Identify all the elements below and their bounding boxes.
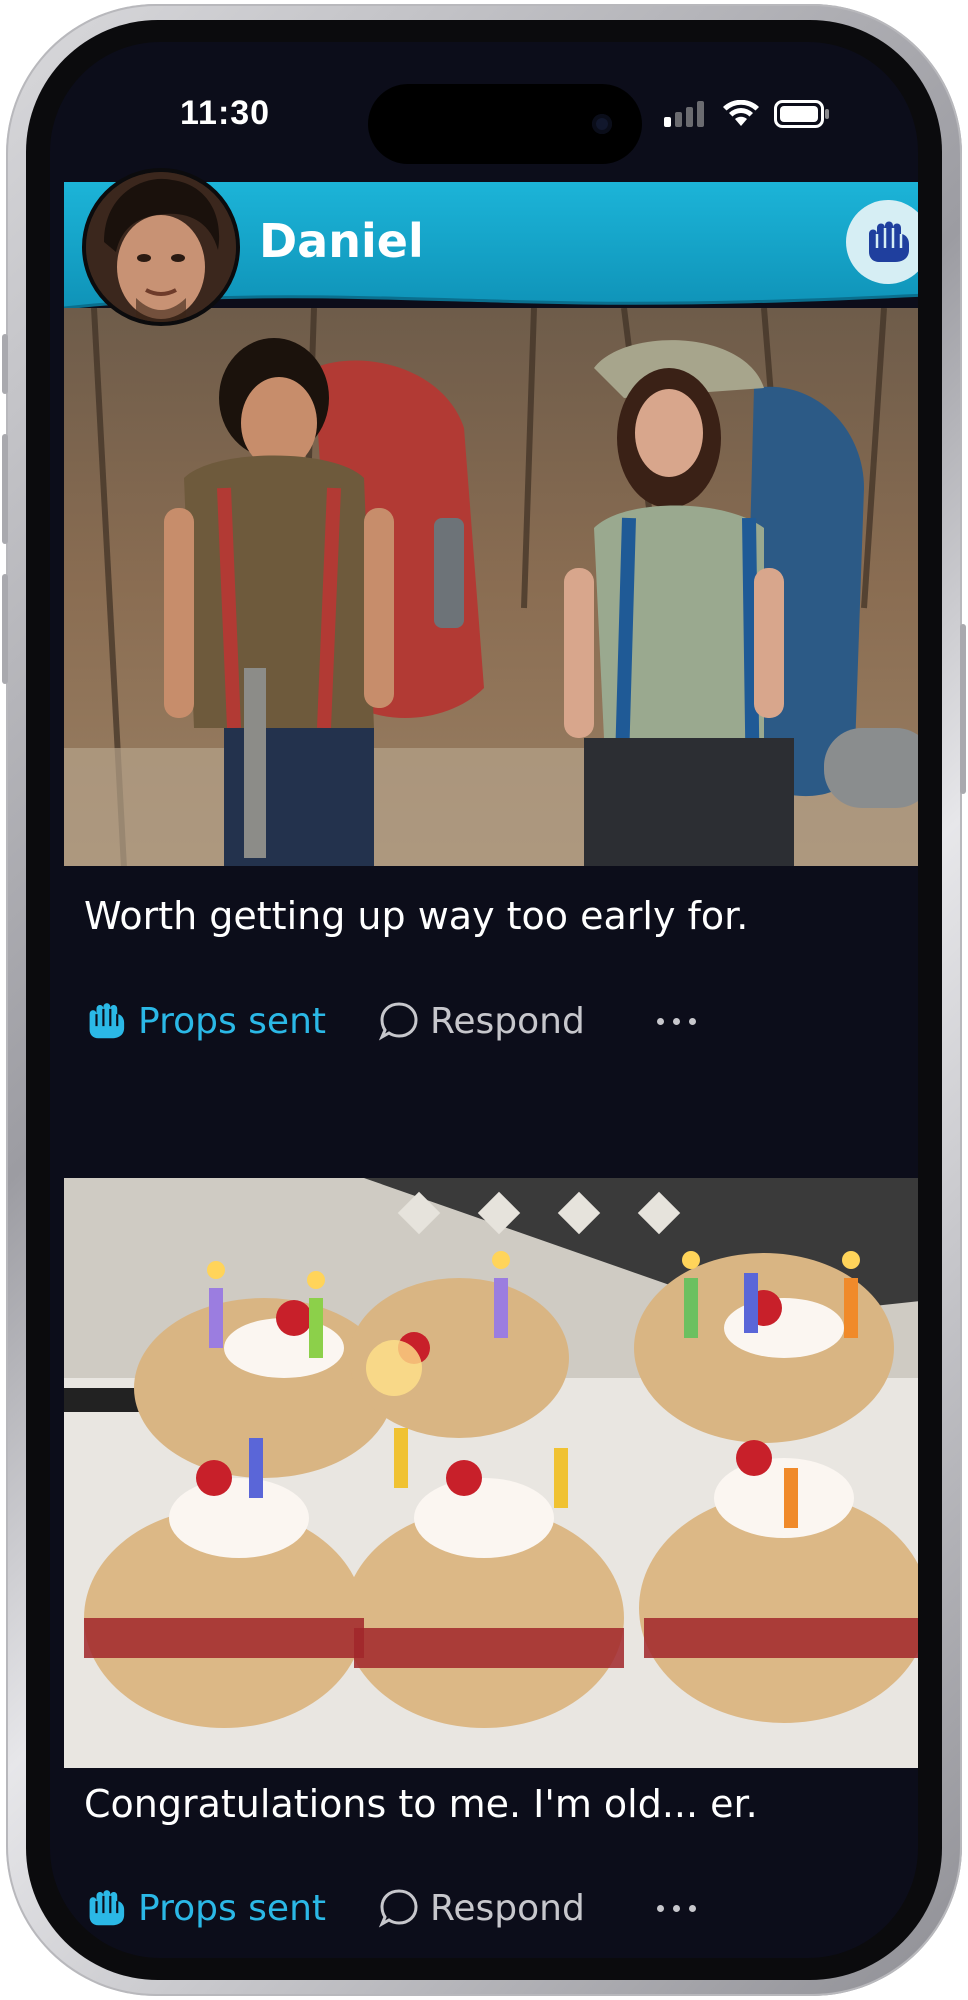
signal-icon bbox=[664, 101, 704, 127]
avatar[interactable] bbox=[82, 168, 240, 326]
bezel: 11:30 Daniel Worth getting up way too ea… bbox=[26, 20, 942, 1980]
respond-button[interactable]: Respond bbox=[378, 1887, 585, 1929]
status-time: 11:30 bbox=[180, 94, 271, 132]
battery-icon bbox=[774, 100, 829, 128]
post-actions: Props sent Respond bbox=[84, 1887, 696, 1929]
speech-bubble-icon bbox=[378, 1002, 418, 1041]
post-photo-hikers[interactable] bbox=[64, 308, 918, 866]
avatar-photo bbox=[86, 172, 236, 322]
fist-bump-icon bbox=[869, 221, 909, 262]
speech-bubble-icon bbox=[378, 1889, 418, 1928]
ellipsis-icon[interactable] bbox=[656, 1017, 696, 1025]
post-caption: Congratulations to me. I'm old... er. bbox=[84, 1782, 758, 1826]
hikers-illustration bbox=[64, 308, 918, 866]
props-sent-label: Props sent bbox=[138, 1000, 326, 1042]
post-actions: Props sent Respond bbox=[84, 1000, 696, 1042]
profile-name[interactable]: Daniel bbox=[259, 214, 424, 268]
props-sent-label: Props sent bbox=[138, 1887, 326, 1929]
fist-bump-icon bbox=[89, 1003, 125, 1039]
respond-button[interactable]: Respond bbox=[378, 1000, 585, 1042]
volume-up-button bbox=[2, 434, 8, 544]
post-caption: Worth getting up way too early for. bbox=[84, 894, 749, 938]
status-bar: 11:30 bbox=[50, 42, 918, 164]
respond-label: Respond bbox=[430, 1000, 585, 1042]
post-photo-cakes[interactable] bbox=[64, 1178, 918, 1768]
wifi-icon bbox=[723, 100, 759, 126]
dynamic-island bbox=[368, 84, 642, 164]
volume-down-button bbox=[2, 574, 8, 684]
power-button bbox=[960, 624, 966, 794]
screen: 11:30 Daniel Worth getting up way too ea… bbox=[50, 42, 918, 1958]
ellipsis-icon[interactable] bbox=[656, 1904, 696, 1912]
front-camera bbox=[592, 114, 612, 134]
action-button bbox=[2, 334, 8, 394]
birthday-cakes-illustration bbox=[64, 1178, 918, 1768]
profile-header: Daniel bbox=[64, 168, 918, 326]
post-card-1: Daniel bbox=[64, 168, 918, 866]
status-icons bbox=[664, 100, 830, 128]
respond-label: Respond bbox=[430, 1887, 585, 1929]
props-sent-button[interactable]: Props sent bbox=[84, 1001, 326, 1042]
props-sent-button[interactable]: Props sent bbox=[84, 1888, 326, 1929]
phone-frame: 11:30 Daniel Worth getting up way too ea… bbox=[2, 4, 966, 1996]
fist-bump-icon bbox=[89, 1890, 125, 1926]
